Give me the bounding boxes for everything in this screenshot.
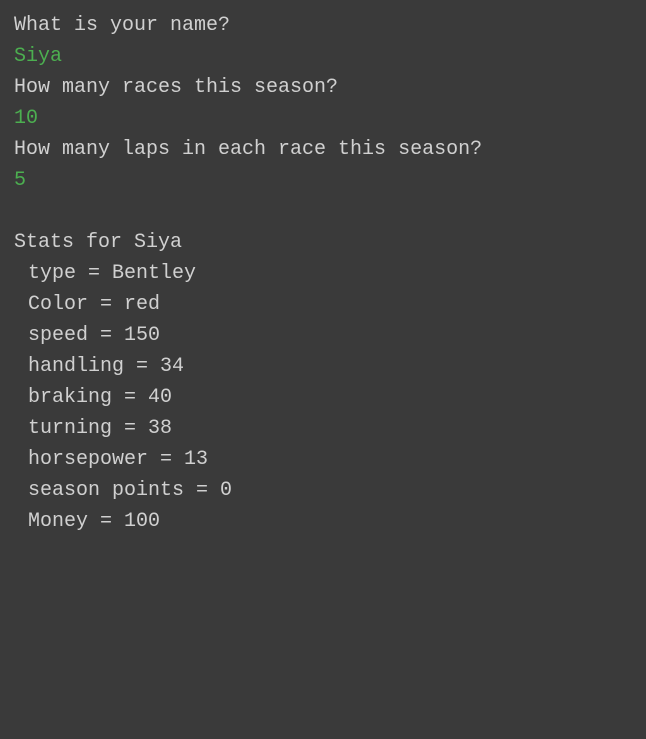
- question-2: How many races this season?: [14, 72, 632, 103]
- stats-rows: type = BentleyColor = redspeed = 150hand…: [14, 258, 632, 537]
- stats-row-7: season points = 0: [14, 475, 632, 506]
- answer-3: 5: [14, 165, 632, 196]
- stats-row-3: handling = 34: [14, 351, 632, 382]
- answer-1: Siya: [14, 41, 632, 72]
- question-3: How many laps in each race this season?: [14, 134, 632, 165]
- stats-row-2: speed = 150: [14, 320, 632, 351]
- stats-row-8: Money = 100: [14, 506, 632, 537]
- stats-row-4: braking = 40: [14, 382, 632, 413]
- question-1: What is your name?: [14, 10, 632, 41]
- answer-2: 10: [14, 103, 632, 134]
- stats-header: Stats for Siya: [14, 227, 632, 258]
- stats-row-1: Color = red: [14, 289, 632, 320]
- stats-row-5: turning = 38: [14, 413, 632, 444]
- stats-row-6: horsepower = 13: [14, 444, 632, 475]
- stats-row-0: type = Bentley: [14, 258, 632, 289]
